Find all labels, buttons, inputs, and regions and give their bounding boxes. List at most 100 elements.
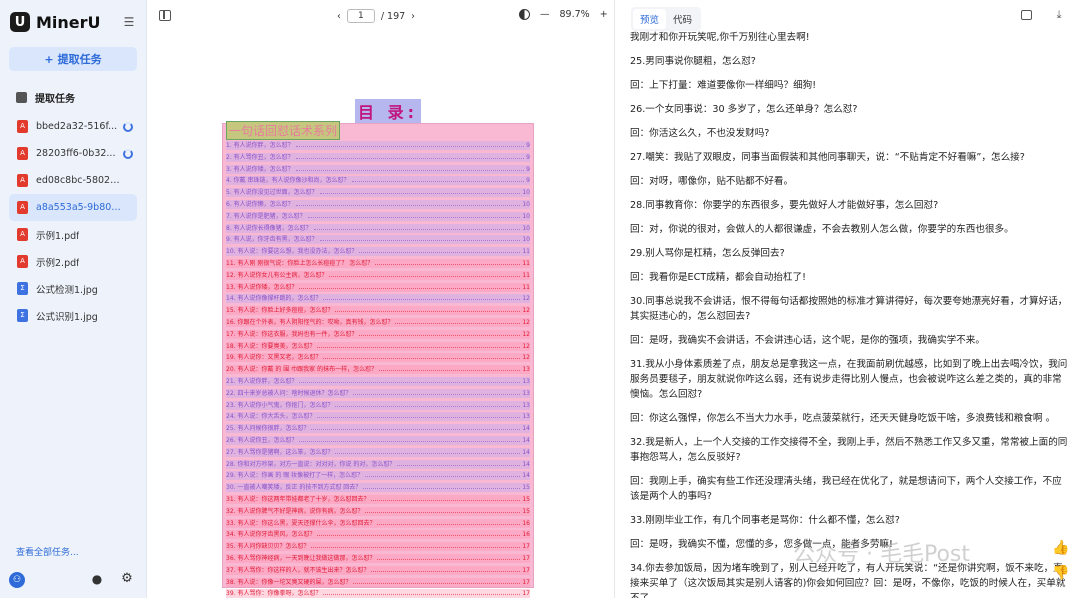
toc-line-page: 14: [522, 425, 530, 433]
toc-leader-dots: [375, 259, 521, 265]
toc-subtitle[interactable]: 一句话回怼话术系列: [226, 121, 341, 140]
toc-line-text: 36. 有人骂你神经病，一天到晚让我做这做那，怎么怼？: [226, 555, 376, 562]
toc-line-text: 19. 有人说你：又黑又老，怎么怼？: [226, 354, 322, 362]
view-all-tasks-link[interactable]: 查看全部任务...: [16, 545, 79, 558]
toc-leader-dots: [295, 153, 525, 159]
zoom-out-icon[interactable]: —: [540, 9, 550, 20]
task-name: ed08c8bc-5802-...: [36, 175, 122, 186]
toc-line[interactable]: 7. 有人说你是肥猪，怎么怼？ 10: [226, 211, 530, 221]
total-pages: / 197: [380, 10, 406, 22]
toc-line[interactable]: 9. 有人说，你牙齿有黑，怎么怼？ 10: [226, 235, 530, 245]
download-icon[interactable]: ⤓: [1053, 8, 1065, 21]
toc-line[interactable]: 34. 有人说你牙齿黑风，怎么怼？ 16: [226, 530, 530, 540]
github-icon[interactable]: ●: [90, 572, 104, 586]
page-number-input[interactable]: 1: [346, 9, 375, 23]
toc-line[interactable]: 13. 有人说你矮，怎么怼？ 11: [226, 282, 530, 292]
toc-leader-dots: [299, 283, 521, 289]
task-name: 示例2.pdf: [36, 257, 80, 269]
task-item[interactable]: A 示例1.pdf: [9, 221, 137, 248]
toc-line[interactable]: 15. 有人说：你脸上好多痘痘，怎么怼？ 12: [226, 306, 530, 316]
task-name: 公式识别1.jpg: [36, 311, 98, 323]
toc-line[interactable]: 37. 有人骂你：你这样的人，就不该生出来？怎么怼？ 17: [226, 565, 530, 575]
toc-line[interactable]: 2. 有人骂你丑，怎么怼？ 9: [226, 152, 530, 162]
next-page-icon[interactable]: ›: [411, 11, 415, 22]
toc-line-page: 9: [526, 142, 530, 149]
toc-line[interactable]: 18. 有人说：你要臭美，怎么怼？ 12: [226, 341, 530, 351]
task-item[interactable]: A 28203ff6-0b32...: [9, 140, 137, 167]
toc-line-text: 15. 有人说：你脸上好多痘痘，怎么怼？: [226, 307, 334, 315]
toc-line[interactable]: 33. 有人说：你这么黑，夏天还撑什么伞，怎么怼回去？ 16: [226, 518, 530, 528]
toc-line[interactable]: 22. 四十来岁总被人问：啥时候退休？怎么怼？ 13: [226, 388, 530, 398]
tab-preview[interactable]: 预览: [633, 9, 667, 29]
toc-line-page: 9: [526, 177, 530, 185]
task-item[interactable]: A ed08c8bc-5802-...: [9, 167, 137, 194]
toc-line[interactable]: 24. 有人说：你大舌头，怎么怼？ 13: [226, 412, 530, 422]
toc-line-text: 34. 有人说你牙齿黑风，怎么怼？: [226, 531, 316, 539]
contrast-icon[interactable]: [519, 9, 530, 20]
thumbs-down-icon[interactable]: 👎: [1052, 565, 1070, 583]
toc-line[interactable]: 27. 有人骂你是猪啊，这么笨，怎么怼？ 14: [226, 447, 530, 457]
task-section-label: 提取任务: [35, 94, 75, 105]
toc-line[interactable]: 14. 有人说你像撑杆跳的，怎么怼？ 12: [226, 294, 530, 304]
toc-line[interactable]: 31. 有人说：你这两年带娃都老了十岁，怎么怼回去？ 15: [226, 495, 530, 504]
preview-paragraph: 回：是呀，我确实不会讲话，不会讲违心话，这个呢，是你的强项，我确实学不来。: [630, 335, 985, 346]
tab-code[interactable]: 代码: [666, 9, 699, 29]
toc-line[interactable]: 5. 有人说你没见过世面，怎么怼？ 10: [226, 188, 530, 198]
toc-line[interactable]: 23. 有人说你小气鬼，你抠门，怎么怼？ 13: [226, 400, 530, 410]
task-item[interactable]: Σ 公式识别1.jpg: [9, 302, 137, 329]
toc-line[interactable]: 17. 有人说：你这衣服，我妈也有一件，怎么怼？ 12: [226, 329, 530, 339]
toc-line[interactable]: 38. 有人说：你像一坨又臭又硬的屎，怎么怼？ 17: [226, 577, 530, 587]
toc-line[interactable]: 26. 有人说你丑，怎么怼？ 14: [226, 436, 530, 445]
toc-line[interactable]: 11. 有人刚 刚很气说：你脸上怎么长痘痘了？ 怎么怼？ 11: [226, 259, 530, 268]
new-extract-task-button[interactable]: + 提取任务: [9, 47, 137, 71]
task-item[interactable]: A 示例2.pdf: [9, 248, 137, 275]
toc-line[interactable]: 20. 有人说：你戴 的 围 巾跟我家 的抹布一样，怎么怼？ 13: [226, 365, 530, 375]
toc-line-page: 11: [522, 271, 530, 279]
toc-line[interactable]: 32. 有人说你脾气不好是神病，说你有病，怎么怼？ 15: [226, 506, 530, 516]
toc-line[interactable]: 4. 你戴 串珠链，有人说你像沙和尚，怎么怼？ 9: [226, 176, 530, 186]
toc-line[interactable]: 30. 一直被人嘲笑矮，反正 的技不到方式怼 回去？ 15: [226, 483, 530, 493]
toc-line-text: 12. 有人说你女儿有公主病，怎么怼？: [226, 271, 328, 279]
toc-line[interactable]: 10. 有人说：你要这么想，我也没办法，怎么怼？ 11: [226, 247, 530, 257]
toc-line[interactable]: 39. 有人骂你：你像拳呀，怎么怼？ 17: [226, 589, 530, 598]
toc-line[interactable]: 25. 有人问候你很胖，怎么怼？ 14: [226, 424, 530, 434]
prev-page-icon[interactable]: ‹: [337, 11, 341, 22]
toc-line[interactable]: 8. 有人说你长得像猪，怎么怼？ 10: [226, 223, 530, 233]
watermark: 公众号 · 毛毛Post: [793, 542, 971, 567]
task-item[interactable]: Σ 公式检测1.jpg: [9, 275, 137, 302]
task-item[interactable]: A bbed2a32-516f...: [9, 113, 137, 140]
toc-leader-dots: [313, 224, 521, 230]
toc-leader-dots: [299, 377, 521, 383]
pdf-file-icon: A: [17, 255, 28, 268]
toc-line[interactable]: 3. 有人说你矮，怎么怼？ 9: [226, 164, 530, 174]
image-view-icon[interactable]: [1021, 10, 1032, 20]
toc-line[interactable]: 29. 有人说：你画 的 眼 妆像被打了一样，怎么怼？ 14: [226, 471, 530, 481]
toc-line-text: 2. 有人骂你丑，怎么怼？: [226, 153, 294, 161]
toc-line-page: 12: [522, 342, 530, 350]
toc-line[interactable]: 1. 有人说你胖，怎么怼？ 9: [226, 141, 530, 150]
toc-line[interactable]: 6. 有人说你懒，怎么怼？ 10: [226, 200, 530, 209]
toc-line[interactable]: 28. 你和对方吵架，对方一直说：对对对，你说 的对，怎么怼？ 14: [226, 459, 530, 469]
user-avatar-icon[interactable]: ⚇: [9, 572, 25, 588]
logo[interactable]: U MinerU: [10, 12, 101, 32]
gear-icon[interactable]: ⚙: [120, 572, 134, 586]
toc-line[interactable]: 36. 有人骂你神经病，一天到晚让我做这做那，怎么怼？ 17: [226, 554, 530, 563]
toc-line-text: 28. 你和对方吵架，对方一直说：对对对，你说 的对，怎么怼？: [226, 460, 396, 468]
toc-line[interactable]: 19. 有人说你：又黑又老，怎么怼？ 12: [226, 353, 530, 363]
toc-line[interactable]: 21. 有人说你胖，怎么怼？ 13: [226, 377, 530, 386]
toc-line-page: 14: [522, 448, 530, 456]
toc-title[interactable]: 目 录:: [355, 99, 421, 123]
collapse-sidebar-icon[interactable]: ☰: [122, 15, 136, 29]
toc-line[interactable]: 12. 有人说你女儿有公主病，怎么怼？ 11: [226, 270, 530, 280]
toggle-sidebar-icon[interactable]: [159, 10, 171, 21]
toc-line-page: 9: [526, 165, 530, 173]
task-item-active[interactable]: A a8a553a5-9b80-...: [9, 194, 137, 221]
thumbs-up-icon[interactable]: 👍: [1052, 540, 1070, 558]
toc-line[interactable]: 16. 你跟在个外表，有人阴阳怪气的：哎呦，真有钱，怎么怼？ 12: [226, 318, 530, 327]
toc-line-page: 15: [522, 507, 530, 515]
preview-paragraph: 29.别人骂你是杠精，怎么反弹回去?: [630, 248, 785, 259]
toc-line[interactable]: 35. 有人问你缺贝贝？怎么怼？ 17: [226, 542, 530, 552]
toc-leader-dots: [335, 401, 521, 407]
result-tabs: 预览 代码: [631, 7, 702, 31]
zoom-in-icon[interactable]: +: [600, 9, 608, 20]
